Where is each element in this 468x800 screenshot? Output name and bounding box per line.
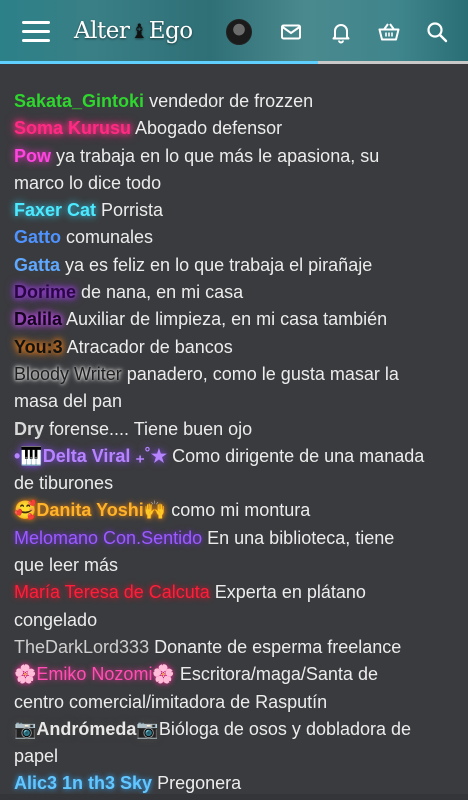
chat-message: Gatta ya es feliz en lo que trabaja el p… (14, 252, 454, 279)
chat-message: Dry forense.... Tiene buen ojo (14, 416, 454, 443)
chat-message: 🌸Emiko Nozomi🌸 Escritora/maga/Santa de (14, 661, 454, 688)
message-text: Porrista (96, 200, 164, 221)
message-text: Como dirigente de una manada (167, 445, 425, 466)
message-text: de nana, en mi casa (76, 282, 244, 303)
logo-text-right: Ego (148, 18, 193, 44)
bottom-edge (0, 794, 468, 800)
message-text: panadero, como le gusta masar la (121, 363, 399, 384)
message-text: Pregonera (152, 773, 242, 794)
chat-message: Bloody Writer panadero, como le gusta ma… (14, 361, 454, 388)
username[interactable]: Melomano Con.Sentido (14, 528, 202, 548)
message-text: Abogado defensor (131, 118, 283, 139)
message-text: congelado (14, 609, 98, 630)
chat-message-continuation: de tiburones (14, 470, 454, 497)
chat-message-continuation: congelado (14, 607, 454, 634)
message-text: Donante de esperma freelance (149, 636, 402, 657)
message-text: Atracador de bancos (62, 336, 233, 357)
message-text: como mi montura (166, 500, 311, 521)
username[interactable]: •🎹Delta Viral ₊˚★ (14, 446, 167, 466)
username[interactable]: You:3 (14, 337, 63, 357)
message-text: Bióloga de osos y dobladora de (158, 718, 412, 739)
profile-avatar[interactable] (226, 19, 252, 45)
username[interactable]: Dry (14, 419, 44, 439)
logo-text-left: Alter (74, 18, 130, 44)
search-icon[interactable] (425, 20, 449, 44)
chat-message: Faxer Cat Porrista (14, 197, 454, 224)
chess-bishop-icon: ♝ (130, 19, 148, 43)
chat-message-continuation: masa del pan (14, 388, 454, 415)
chat-message: Pow ya trabaja en lo que más le apasiona… (14, 143, 454, 170)
message-text: forense.... Tiene buen ojo (44, 418, 253, 439)
chat-message: TheDarkLord333 Donante de esperma freela… (14, 634, 454, 661)
chat-message: 📷Andrómeda📷Bióloga de osos y dobladora d… (14, 716, 454, 743)
message-text: Auxiliar de limpieza, en mi casa también (62, 309, 388, 330)
message-text: Experta en plátano (209, 582, 366, 603)
username[interactable]: María Teresa de Calcuta (14, 582, 210, 602)
username[interactable]: 🥰Danita Yoshi🙌 (14, 500, 166, 520)
chat-message: María Teresa de Calcuta Experta en pláta… (14, 579, 454, 606)
chat-message: Soma Kurusu Abogado defensor (14, 115, 454, 142)
message-text: ya trabaja en lo que más le apasiona, su (51, 145, 380, 166)
message-text: centro comercial/imitadora de Rasputín (14, 691, 328, 712)
chat-message: •🎹Delta Viral ₊˚★ Como dirigente de una … (14, 443, 454, 470)
message-text: ya es feliz en lo que trabaja el pirañaj… (60, 254, 373, 275)
chat-message-list: Sakata_Gintoki vendedor de frozzen Soma … (14, 88, 454, 798)
message-text: vendedor de frozzen (144, 91, 314, 111)
chat-message: Dalila Auxiliar de limpieza, en mi casa … (14, 306, 454, 333)
app-logo[interactable]: Alter♝Ego (74, 18, 193, 48)
username[interactable]: Sakata_Gintoki (14, 91, 144, 111)
chat-message: Dorime de nana, en mi casa (14, 279, 454, 306)
bell-icon[interactable] (329, 20, 353, 44)
message-text: comunales (61, 227, 154, 248)
chat-message: Gatto comunales (14, 224, 454, 251)
mail-icon[interactable] (279, 20, 303, 44)
username[interactable]: Bloody Writer (14, 364, 122, 384)
username[interactable]: Dalila (14, 309, 62, 329)
chat-message-continuation: centro comercial/imitadora de Rasputín (14, 689, 454, 716)
top-navigation-bar: Alter♝Ego (0, 0, 468, 64)
chat-message: Melomano Con.Sentido En una biblioteca, … (14, 525, 454, 552)
chat-message: You:3 Atracador de bancos (14, 334, 454, 361)
message-text: que leer más (14, 555, 119, 576)
chat-message-continuation: papel (14, 743, 454, 770)
username[interactable]: Pow (14, 146, 51, 166)
message-text: En una biblioteca, tiene (202, 527, 395, 548)
username[interactable]: Dorime (14, 282, 76, 302)
menu-icon[interactable] (22, 20, 50, 44)
chat-message-continuation: marco lo dice todo (14, 170, 454, 197)
username[interactable]: Alic3 1n th3 Sky (14, 773, 152, 793)
chat-message: Sakata_Gintoki vendedor de frozzen (14, 88, 454, 115)
username[interactable]: TheDarkLord333 (14, 637, 149, 657)
message-text: papel (14, 746, 59, 767)
message-text: marco lo dice todo (14, 172, 162, 193)
message-text: Escritora/maga/Santa de (174, 664, 378, 685)
message-text: de tiburones (14, 473, 114, 494)
username[interactable]: Gatto (14, 227, 61, 247)
message-text: masa del pan (14, 391, 123, 412)
username[interactable]: 🌸Emiko Nozomi🌸 (14, 664, 175, 684)
username[interactable]: Gatta (14, 255, 60, 275)
chat-message: 🥰Danita Yoshi🙌 como mi montura (14, 497, 454, 524)
basket-icon[interactable] (377, 20, 401, 44)
username[interactable]: 📷Andrómeda📷 (14, 719, 159, 739)
username[interactable]: Soma Kurusu (14, 118, 131, 138)
username[interactable]: Faxer Cat (14, 200, 96, 220)
chat-message-continuation: que leer más (14, 552, 454, 579)
